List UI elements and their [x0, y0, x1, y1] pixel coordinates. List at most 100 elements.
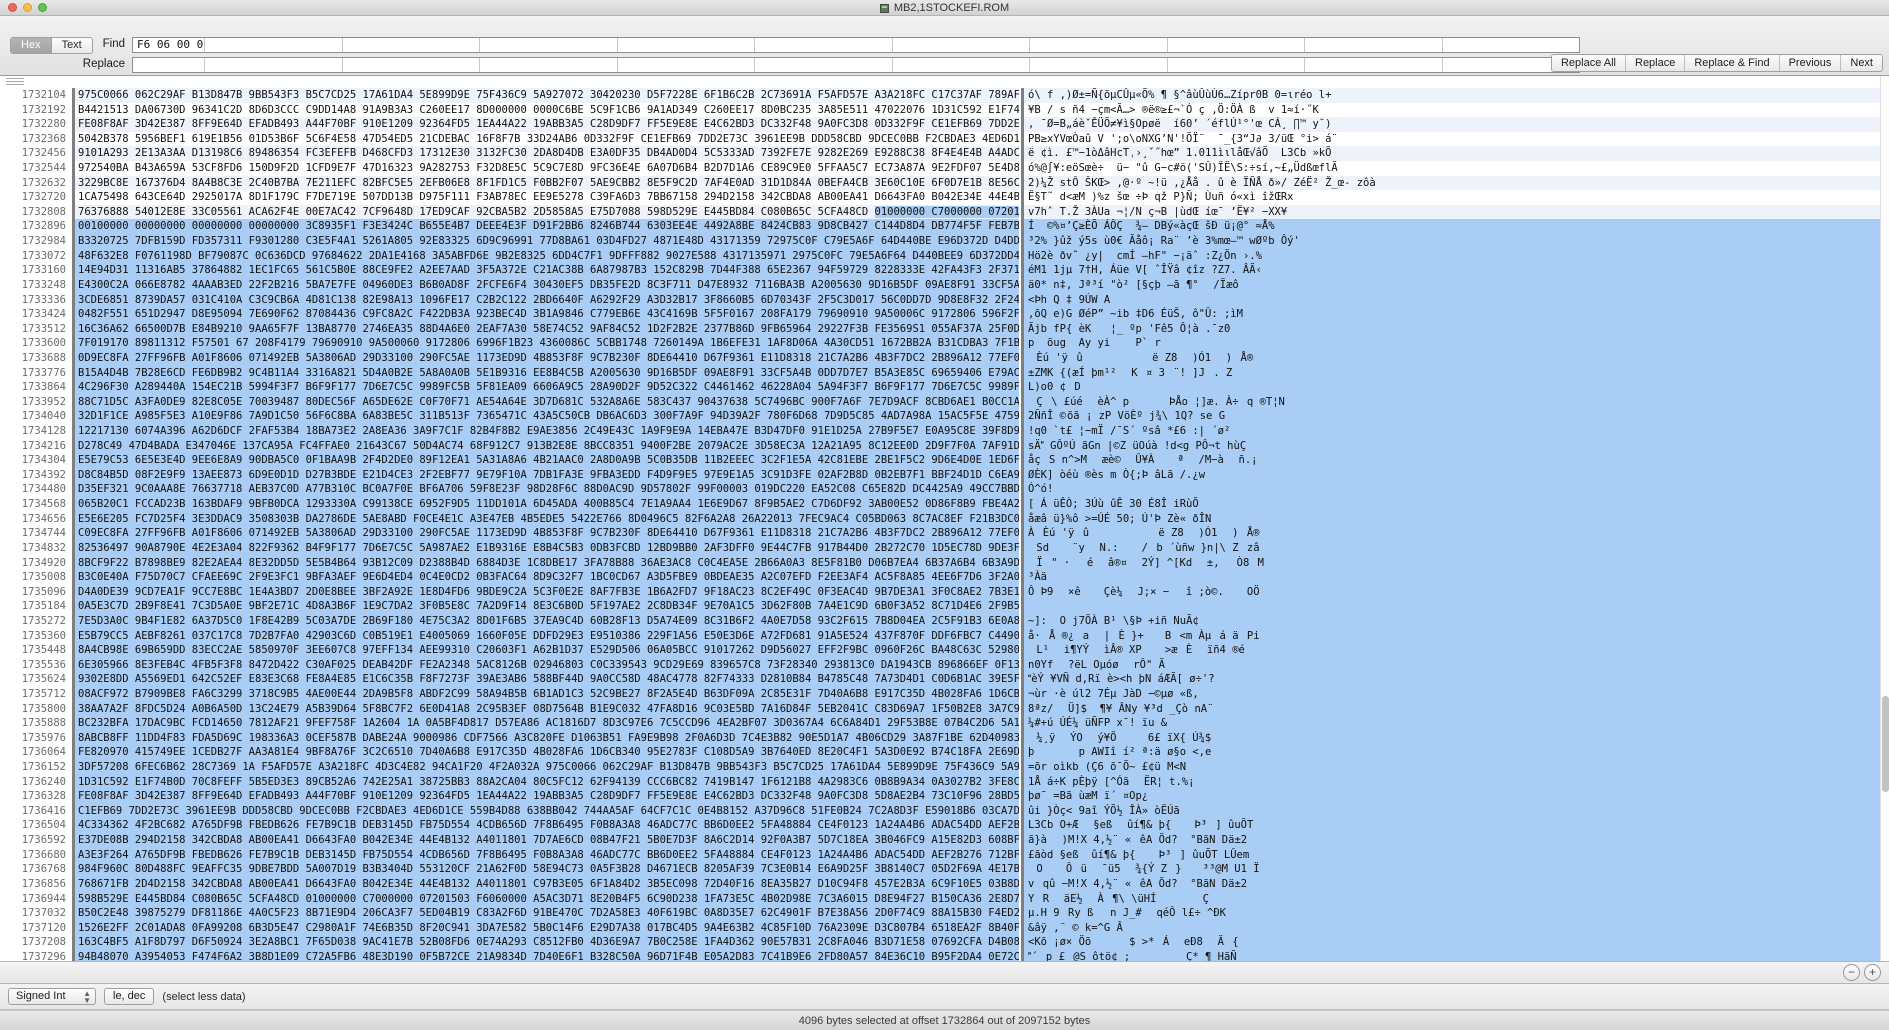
ascii-row[interactable]: ã}à )M!X 4,½¨ « êA Öd? °BãN Dä±2	[1024, 833, 1889, 848]
inspector-endian-button[interactable]: le, dec	[104, 988, 154, 1005]
ascii-row[interactable]: µ .H 9Ry ßn J _# qéÔ l£÷ ^ÐK	[1024, 906, 1889, 921]
hex-row[interactable]: 3CDE6851 8739DA57 031C410A C3C9CB6A 4D81…	[75, 293, 1019, 308]
find-input-cell-8[interactable]	[1030, 38, 1168, 52]
hex-row[interactable]: 1D31C592 E1F74B0D 70C8FEFF 5B5ED3E3 89CB…	[75, 775, 1019, 790]
hex-row[interactable]: B3320725 7DFB159D FD357311 F9301280 C3E5…	[75, 234, 1019, 249]
hex-row[interactable]: D35EF321 9C0AAA8E 76637718 AEB37C0D A77B…	[75, 482, 1019, 497]
replace-input-value[interactable]	[133, 58, 205, 72]
ascii-row[interactable]: ^<} +A |=Z òç M;o }¢ ? ^	[1024, 599, 1889, 614]
replace-input-cell-4[interactable]	[480, 58, 618, 72]
ascii-row[interactable]: ±ZMK {(æÍ þm¹² K¤ 3¨! ]J . Z ^	[1024, 366, 1889, 381]
replace-and-find-button[interactable]: Replace & Find	[1685, 55, 1779, 71]
ascii-row[interactable]: ‚õQ e )G ØéP” ~ib ‡D6 ÉüŠ, ô"Û: ;ìM	[1024, 307, 1889, 322]
zoom-button[interactable]	[38, 3, 47, 12]
ascii-row[interactable]: ³Àä ÷]pÇ Ï®æ /?Á ú:ï mNÔ N Ò	[1024, 570, 1889, 585]
find-input[interactable]: F6 06 00 00	[132, 37, 1580, 53]
hex-row[interactable]: 9302E8DD A5569ED1 642C52EF E83E3C68 FE8A…	[75, 672, 1019, 687]
hex-row[interactable]: 0D9EC8FA 27FF96FB A01F8606 071492EB 5A38…	[75, 351, 1019, 366]
zoom-in-button[interactable]: +	[1864, 964, 1881, 981]
ascii-row[interactable]: ÀÈú 'ÿû  ë Z8­ )Ó1  )Å®	[1024, 526, 1889, 541]
ascii-row[interactable]: Hö2è ðv˜ ¿y| cmÍ —hF" −¡äˆ :Z¿Ön ›.%	[1024, 249, 1889, 264]
ascii-row[interactable]: Ï" ·é â®¤ 2Ý] ^[Kd ±, Ò8M	[1024, 556, 1889, 571]
inspector-type-select[interactable]: Signed Int ▲ ▼	[8, 988, 96, 1005]
ascii-row[interactable]: =õr oìkb (Ç6 õ¯Õ~ £¢ü M<N	[1024, 760, 1889, 775]
ascii-row[interactable]: O Ôü ¯ü5 ¾{Ý Z }  ³³@M U1 Ï	[1024, 862, 1889, 877]
hex-row[interactable]: 8BCF9F22 B7898BE9 82E2AEA4 8E32DD5D 5E5B…	[75, 556, 1019, 571]
hex-row[interactable]: 3229BC8E 167376D4 8A4B8C3E 2C40B7BA 7E21…	[75, 176, 1019, 191]
hex-row[interactable]: 8A4CB98E 69B659DD 83ECC2AE 5850970F 3EE6…	[75, 643, 1019, 658]
ascii-row[interactable]: <Kõ ¡ø× Öõ $ >*Á eÐ8 Ä {	[1024, 935, 1889, 950]
ascii-row[interactable]: ØÈK] òéù ®ès m Ò{;Þ â Lã /.¿w	[1024, 468, 1889, 483]
find-input-cell-11[interactable]	[1443, 38, 1580, 52]
replace-input-cell-2[interactable]	[205, 58, 343, 72]
ascii-row[interactable]: ë ¢ì. £™−1òΔâHcTˌ›¸ˇ˝hœ” 1.011ìιlåŒ√âÕ L…	[1024, 146, 1889, 161]
ascii-row[interactable]: &âÿ ,­¨ © k=^G Â tæ³]	[1024, 921, 1889, 936]
hex-row[interactable]: D8C84B5D 08F2E9F9 13AEE873 6D9E0D1D D27B…	[75, 468, 1019, 483]
hex-row[interactable]: A3E3F264 A765DF9B FBEDB626 FE7B9C1B DEB3…	[75, 848, 1019, 863]
ascii-row[interactable]: èÝ ¥VÑ d,Rï è><h þN áÆÃ[ ø÷'?	[1024, 672, 1889, 687]
ascii-column[interactable]: ó\ f ,)Ø±=Ñ{õµCÛµ«Õ% ¶ §^âùÛùÙ6…Zípr0B 0…	[1024, 76, 1889, 961]
hex-row[interactable]: 975C0066 062C29AF B13D847B 9BB543F3 B5C7…	[75, 88, 1019, 103]
find-input-cell-10[interactable]	[1305, 38, 1443, 52]
ascii-row[interactable]: Ç \ £ú é èÀ^ p ÞÅo ¦]æ. À÷q ®T¦N	[1024, 395, 1889, 410]
ascii-row[interactable]: Ô Þ9 ×ê Çè¼ J;× −î ;ò©. OÖ	[1024, 585, 1889, 600]
find-input-cell-4[interactable]	[480, 38, 618, 52]
hex-row[interactable]: 7E5D3A0C 9B4F1E82 6A37D5C0 1F8E42B9 5C03…	[75, 614, 1019, 629]
replace-input[interactable]	[132, 57, 1580, 73]
ascii-row[interactable]: ´p £@S ôtö¢ ; Ç*_¶ HãÑ	[1024, 950, 1889, 961]
hex-row[interactable]: B3C0E40A F75D70C7 CFAEE69C 2F9E3FC1 9BFA…	[75, 570, 1019, 585]
hex-row[interactable]: FE08F8AF 3D42E387 8FF9E64D EFADB493 A44F…	[75, 117, 1019, 132]
ascii-row[interactable]: åçS n^>M æè© Û¥À ª /M−à ñ.¡	[1024, 453, 1889, 468]
hex-row[interactable]: 6E305966 8E3FEB4C 4FB5F3F8 8472D422 C30A…	[75, 658, 1019, 673]
hex-row[interactable]: E5E79C53 6E5E3E4D 9EE6E8A9 90DBA5C0 0F1B…	[75, 453, 1019, 468]
hex-bytes-column[interactable]: 975C0066 062C29AF B13D847B 9BB543F3 B5C7…	[75, 76, 1019, 961]
hex-row[interactable]: 4C296F30 A289440A 154EC21B 5994F3F7 B6F9…	[75, 380, 1019, 395]
replace-input-cell-8[interactable]	[1030, 58, 1168, 72]
ascii-row[interactable]: 8ªz/ Ü]$ ¶¥ ÂNy ¥³d _Çò n A¨	[1024, 702, 1889, 717]
ascii-row[interactable]: PB≥xYVœÒaû V ';o\oNXG’N'!ÕÏ¨ ¯_{3“J∂ 3/ü…	[1024, 132, 1889, 147]
hex-row[interactable]: 1CA75498 643CE64D 2925017A 8D1F179C F7DE…	[75, 190, 1019, 205]
hex-row[interactable]: 984F960C 80D488FC 9EAFFC35 9DBE7BDD 5A00…	[75, 862, 1019, 877]
hex-row[interactable]: B15A4D4B 7B28E6CD FE6DB9B2 9C4B11A4 3316…	[75, 366, 1019, 381]
hex-view[interactable]: 1732104 1732192 1732280 1732368 1732456 17325…	[0, 76, 1889, 962]
ascii-row[interactable]: £ãòd §eß ûí¶& þ{ Þ³] ûuÕT LÛem	[1024, 848, 1889, 863]
hex-row[interactable]: 38AA7A2F 8FDC5D24 A0B6A50D 13C24E79 A5B3…	[75, 702, 1019, 717]
ascii-row[interactable]: L3Cb O+Æ §eß ûí¶& þ{ Þ³] ûuÕT	[1024, 818, 1889, 833]
hex-row[interactable]: E5E6E205 FC7D25F4 3E3DDAC9 3508303B DA27…	[75, 512, 1019, 527]
replace-all-button[interactable]: Replace All	[1552, 55, 1626, 71]
ascii-row[interactable]: Sd ¨y N.: /b ´ùñw }n|\ Zzâ	[1024, 541, 1889, 556]
replace-input-cell-7[interactable]	[893, 58, 1031, 72]
hex-row[interactable]: 768671FB 2D4D2158 342CBDA8 AB00EA41 D664…	[75, 877, 1019, 892]
hex-row[interactable]: E4300C2A 066E8782 4AAAB3ED 22F2B216 5BA7…	[75, 278, 1019, 293]
ascii-row[interactable]: L)o0 ¢D NÂ Yó÷ ¶ùñw }n|\ ü[ _ê	[1024, 380, 1889, 395]
ascii-row[interactable]: ä0 * n‡‚ Jª³í "ò² [§çþ – ã ¶°­ /Ïæô	[1024, 278, 1889, 293]
ascii-row[interactable]: v7hˆ T.Ž 3ÀUa ¬¦/N  ç¬B |ùdŒ íœ¯ ’Ë¥² …	[1024, 205, 1889, 220]
hex-row[interactable]: D278C49 47D4BADA E347046E 137CA95A FC4FF…	[75, 439, 1019, 454]
hex-row[interactable]: 82536497 90A8790E 4E2E3A04 822F9362 B4F9…	[75, 541, 1019, 556]
ascii-row[interactable]: ¥B / s ñ4 −çm<Ã…> ®ë®≥£¬`Ó ç ,Ö:ÖÀ ß v 1…	[1024, 103, 1889, 118]
hex-row[interactable]: 163C4BF5 A1F8D797 D6F50924 3E2A8BC1 7F65…	[75, 935, 1019, 950]
ascii-row[interactable]: ¼¸ÿ ÝO ý¥Ö 6£ ïX{ Ú¾$  	[1024, 731, 1889, 746]
hex-row[interactable]: E37DE08B 294D2158 342CBDA8 AB00EA41 D664…	[75, 833, 1019, 848]
hex-row[interactable]: 0482F551 651D2947 D8E95094 7E690F62 8708…	[75, 307, 1019, 322]
hex-row[interactable]: 7F019170 89811312 F57501 67 208F4179 796…	[75, 336, 1019, 351]
hex-row[interactable]: 4C334362 4F2BC682 A765DF9B FBEDB626 FE7B…	[75, 818, 1019, 833]
ascii-row[interactable]: ó\ f ,)Ø±=Ñ{õµCÛµ«Õ% ¶ §^âùÛùÙ6…Zípr0B 0…	[1024, 88, 1889, 103]
hex-row[interactable]: 88C71D5C A3FA0DE9 82E8C05E 70039487 80DE…	[75, 395, 1019, 410]
ascii-row[interactable]: n0Yf ?ëL Oµóø rÔ" Ã ð% Þ«Bß þ*#H	[1024, 658, 1889, 673]
hex-row[interactable]: 1526E2FF 2C01ADA8 0FA99208 6B3D5E47 C298…	[75, 921, 1019, 936]
hex-row[interactable]: 00100000 00000000 00000000 00000000 3C89…	[75, 219, 1019, 234]
ascii-row[interactable]: Í ©%¤’Ç≥ÈÕ ÁÔÇ ¾– DBý«àçŒ šÐ ü¡@° ≈Å%	[1024, 219, 1889, 234]
vertical-scrollbar[interactable]	[1880, 76, 1889, 961]
previous-button[interactable]: Previous	[1780, 55, 1842, 71]
ascii-row[interactable]: 1Å á÷K pÈþÿ [^Óã ËR¦ t.%¡	[1024, 775, 1889, 790]
replace-input-cell-6[interactable]	[755, 58, 893, 72]
find-input-cell-5[interactable]	[618, 38, 756, 52]
hex-row[interactable]: FE08F8AF 3D42E387 8FF9E64D EFADB493 A44F…	[75, 789, 1019, 804]
ascii-row[interactable]: ¼#+ú ÚÉ¼ üÑFP x¯! ïu & [ôØ	[1024, 716, 1889, 731]
ascii-row[interactable]: 2)¼Ž stÔ ŠKŒ> ,@·º ~!ü ‚¿Åå . û è ÏÑÅ ð»…	[1024, 176, 1889, 191]
hex-row[interactable]: E5B79CC5 AEBF8261 037C17C8 7D2B7FA0 4290…	[75, 629, 1019, 644]
hex-row[interactable]: 8ABCB8FF 11DD4F83 FDA5D69C 198336A3 0CEF…	[75, 731, 1019, 746]
find-input-cell-7[interactable]	[893, 38, 1031, 52]
find-input-cell-9[interactable]	[1168, 38, 1306, 52]
